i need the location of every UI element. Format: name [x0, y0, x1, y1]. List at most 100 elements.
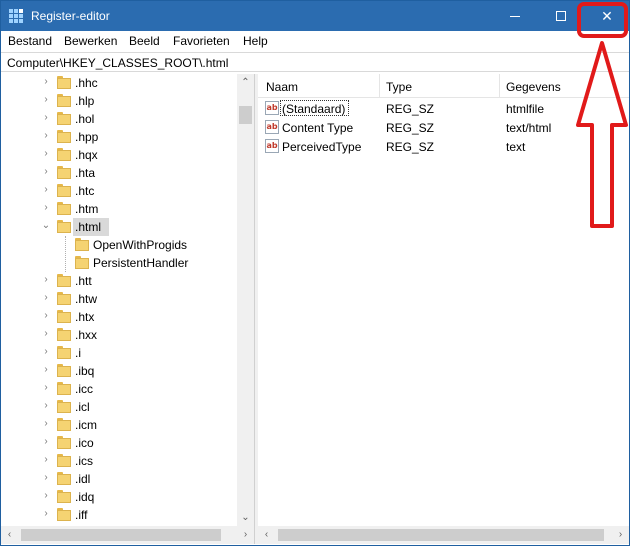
expand-chevron-icon[interactable]: ›: [41, 185, 51, 195]
expand-chevron-icon[interactable]: ›: [41, 419, 51, 429]
value-row[interactable]: ab (Standaard) REG_SZ htmlfile: [258, 99, 629, 118]
tree-key[interactable]: › .htt: [1, 272, 237, 290]
expand-chevron-icon[interactable]: ›: [41, 401, 51, 411]
value-row[interactable]: ab Content Type REG_SZ text/html: [258, 118, 629, 137]
column-header-type[interactable]: Type: [386, 80, 412, 94]
list-hscroll-thumb[interactable]: [278, 529, 604, 541]
value-data: text: [506, 140, 526, 154]
column-separator[interactable]: [499, 74, 500, 98]
expand-chevron-icon[interactable]: ›: [41, 275, 51, 285]
tree-subkey[interactable]: OpenWithProgids: [1, 236, 237, 254]
expand-chevron-icon[interactable]: ›: [41, 455, 51, 465]
expand-chevron-icon[interactable]: ›: [41, 131, 51, 141]
folder-icon: [57, 76, 71, 89]
minimize-button[interactable]: [492, 1, 538, 31]
tree-key[interactable]: › .idl: [1, 470, 237, 488]
string-value-icon: ab: [265, 101, 279, 115]
tree-key-label: .hxx: [75, 328, 98, 342]
tree-key-label: .hta: [75, 166, 96, 180]
folder-icon: [57, 454, 71, 467]
scroll-left-icon[interactable]: ‹: [1, 526, 18, 544]
scroll-right-icon[interactable]: ›: [237, 526, 254, 544]
window-title: Register-editor: [31, 9, 110, 23]
collapse-chevron-icon[interactable]: ⌄: [41, 221, 51, 231]
tree-scroll-thumb[interactable]: [239, 106, 252, 124]
expand-chevron-icon[interactable]: ›: [41, 347, 51, 357]
tree-key[interactable]: › .ics: [1, 452, 237, 470]
value-name: PerceivedType: [282, 140, 362, 154]
tree-key[interactable]: › .hqx: [1, 146, 237, 164]
string-value-icon: ab: [265, 139, 279, 153]
tree-key[interactable]: › .htm: [1, 200, 237, 218]
tree-key[interactable]: › .htx: [1, 308, 237, 326]
menu-beeld[interactable]: Beeld: [129, 34, 160, 48]
tree-hscroll-thumb[interactable]: [21, 529, 221, 541]
menu-help[interactable]: Help: [243, 34, 268, 48]
expand-chevron-icon[interactable]: ›: [41, 383, 51, 393]
folder-icon: [57, 220, 71, 233]
scroll-up-icon[interactable]: ⌃: [237, 74, 254, 91]
tree-key[interactable]: › .hpp: [1, 128, 237, 146]
list-horizontal-scrollbar[interactable]: ‹ ›: [258, 526, 629, 544]
tree-key[interactable]: › .htc: [1, 182, 237, 200]
tree-key-label: .hlp: [75, 94, 95, 108]
scroll-down-icon[interactable]: ⌄: [237, 509, 254, 526]
expand-chevron-icon[interactable]: ›: [41, 113, 51, 123]
expand-chevron-icon[interactable]: ›: [41, 509, 51, 519]
tree-key[interactable]: › .idq: [1, 488, 237, 506]
expand-chevron-icon[interactable]: ›: [41, 311, 51, 321]
address-path[interactable]: Computer\HKEY_CLASSES_ROOT\.html: [7, 56, 228, 70]
registry-editor-app-icon: [9, 9, 23, 23]
title-bar[interactable]: Register-editor ✕: [1, 1, 629, 31]
expand-chevron-icon[interactable]: ›: [41, 491, 51, 501]
tree-key[interactable]: › .icl: [1, 398, 237, 416]
expand-chevron-icon[interactable]: ›: [41, 77, 51, 87]
registry-key-tree[interactable]: › .hhc › .hlp › .hol › .hpp › .hqx › .hta › .htc › .htm…: [1, 74, 254, 544]
values-list[interactable]: Naam Type Gegevens ab (Standaard) REG_SZ…: [258, 74, 629, 526]
tree-key[interactable]: › .ico: [1, 434, 237, 452]
tree-key[interactable]: › .hhc: [1, 74, 237, 92]
value-row[interactable]: ab PerceivedType REG_SZ text: [258, 137, 629, 156]
tree-key[interactable]: › .icm: [1, 416, 237, 434]
string-value-icon: ab: [265, 120, 279, 134]
folder-icon: [57, 418, 71, 431]
expand-chevron-icon[interactable]: ›: [41, 437, 51, 447]
tree-vertical-scrollbar[interactable]: ⌃ ⌄: [237, 74, 254, 526]
folder-icon: [57, 382, 71, 395]
expand-chevron-icon[interactable]: ›: [41, 329, 51, 339]
tree-horizontal-scrollbar[interactable]: ‹ ›: [1, 526, 254, 544]
tree-key[interactable]: › .hta: [1, 164, 237, 182]
tree-key[interactable]: ⌄ .html: [1, 218, 237, 236]
tree-key[interactable]: › .iff: [1, 506, 237, 524]
tree-key[interactable]: › .htw: [1, 290, 237, 308]
value-name: (Standaard): [282, 102, 346, 116]
column-header-naam[interactable]: Naam: [266, 80, 298, 94]
address-bar[interactable]: Computer\HKEY_CLASSES_ROOT\.html: [1, 52, 629, 72]
expand-chevron-icon[interactable]: ›: [41, 203, 51, 213]
menu-bewerken[interactable]: Bewerken: [64, 34, 117, 48]
value-name: Content Type: [282, 121, 354, 135]
menu-favorieten[interactable]: Favorieten: [173, 34, 230, 48]
expand-chevron-icon[interactable]: ›: [41, 95, 51, 105]
expand-chevron-icon[interactable]: ›: [41, 149, 51, 159]
scroll-right-icon[interactable]: ›: [612, 526, 629, 544]
tree-key[interactable]: › .i: [1, 344, 237, 362]
expand-chevron-icon[interactable]: ›: [41, 293, 51, 303]
scroll-left-icon[interactable]: ‹: [258, 526, 275, 544]
tree-key[interactable]: › .hxx: [1, 326, 237, 344]
tree-subkey[interactable]: PersistentHandler: [1, 254, 237, 272]
menu-bestand[interactable]: Bestand: [8, 34, 52, 48]
tree-key-label: .htm: [75, 202, 99, 216]
menu-bar: Bestand Bewerken Beeld Favorieten Help: [1, 31, 629, 51]
expand-chevron-icon[interactable]: ›: [41, 167, 51, 177]
column-separator[interactable]: [379, 74, 380, 98]
expand-chevron-icon[interactable]: ›: [41, 365, 51, 375]
folder-icon: [75, 256, 89, 269]
column-header-gegevens[interactable]: Gegevens: [506, 80, 561, 94]
tree-key[interactable]: › .ibq: [1, 362, 237, 380]
tree-key[interactable]: › .hlp: [1, 92, 237, 110]
expand-chevron-icon[interactable]: ›: [41, 473, 51, 483]
tree-key[interactable]: › .icc: [1, 380, 237, 398]
tree-key[interactable]: › .hol: [1, 110, 237, 128]
tree-key-label: .htw: [75, 292, 98, 306]
